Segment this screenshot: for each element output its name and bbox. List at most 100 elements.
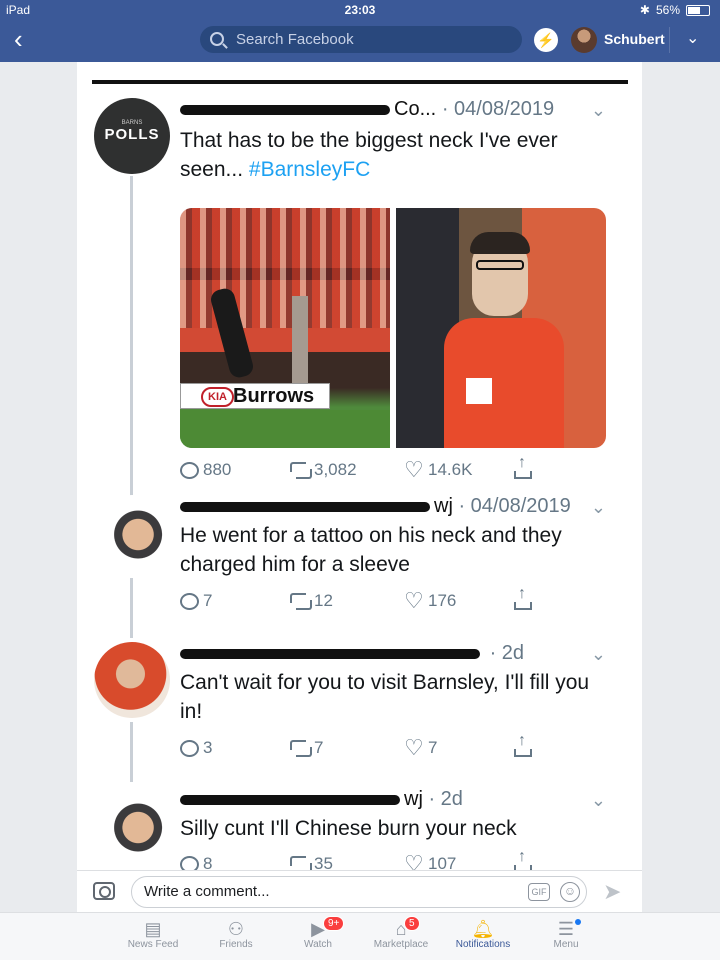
profile-name[interactable]: Schubert: [604, 31, 665, 47]
nav-menu[interactable]: ☰ Menu: [521, 913, 611, 960]
tweet-actions: 8 35 107: [180, 848, 620, 870]
heart-icon: [404, 588, 424, 614]
reply-action[interactable]: 880: [180, 460, 290, 480]
avatar: [94, 642, 170, 718]
reply-action[interactable]: 7: [180, 591, 290, 611]
avatar: [94, 788, 170, 864]
thread-line: [130, 578, 133, 638]
fan-photo[interactable]: [396, 208, 606, 448]
tweet-header: wj · 04/08/2019: [180, 495, 571, 518]
shirt: [444, 318, 564, 448]
nav-news-feed[interactable]: ▤ News Feed: [108, 913, 198, 960]
search-placeholder: Search Facebook: [236, 31, 354, 48]
profile-avatar[interactable]: [571, 27, 597, 53]
like-action[interactable]: 107: [404, 851, 514, 870]
retweet-icon: [290, 855, 312, 870]
like-action[interactable]: 176: [404, 588, 514, 614]
crowd: [180, 208, 390, 328]
nav-marketplace[interactable]: ⌂ 5 Marketplace: [356, 913, 446, 960]
comment-input[interactable]: Write a comment... GIF ☺: [131, 876, 587, 908]
thread-line: [130, 722, 133, 782]
like-count: 7: [428, 738, 438, 757]
chevron-down-icon[interactable]: ⌄: [591, 100, 606, 121]
avatar-label: POLLS: [104, 126, 160, 143]
friends-icon: ⚇: [227, 919, 245, 939]
status-right: ✱ 56%: [640, 3, 710, 17]
tweet-actions: 7 12 176: [180, 585, 620, 614]
chevron-down-icon[interactable]: ⌄: [686, 28, 699, 48]
redaction-scribble: [180, 794, 400, 805]
comment-placeholder: Write a comment...: [144, 883, 270, 900]
share-action[interactable]: [514, 848, 532, 870]
tweet-text: Can't wait for you to visit Barnsley, I'…: [180, 671, 590, 723]
retweet-count: 35: [314, 854, 333, 870]
ad-board: KIA Burrows: [180, 383, 330, 409]
retweet-icon: [290, 461, 312, 479]
like-count: 14.6K: [428, 460, 473, 479]
reply-count: 8: [203, 854, 213, 870]
tweet-author: wj: [404, 788, 423, 810]
ad-board-text: Burrows: [233, 385, 315, 407]
bluetooth-icon: ✱: [639, 3, 650, 17]
marketplace-icon: ⌂: [395, 919, 407, 939]
image-top-border: [92, 80, 628, 84]
chevron-down-icon[interactable]: ⌄: [591, 644, 606, 665]
share-action[interactable]: [514, 732, 532, 758]
retweet-action[interactable]: 12: [290, 591, 404, 611]
reply-icon: [180, 855, 199, 870]
glasses: [476, 260, 524, 270]
tweet-actions: 880 3,082 14.6K: [180, 454, 620, 483]
retweet-action[interactable]: 35: [290, 854, 404, 870]
emoji-icon[interactable]: ☺: [560, 882, 580, 902]
share-action[interactable]: [514, 585, 532, 611]
redaction-scribble: [180, 104, 390, 115]
reply-action[interactable]: 3: [180, 738, 290, 758]
like-count: 107: [428, 854, 457, 870]
shirt-sponsor: [466, 378, 492, 404]
share-icon: [514, 732, 532, 757]
nav-watch[interactable]: ▶ 9+ Watch: [273, 913, 363, 960]
watch-icon: ▶: [311, 919, 325, 939]
like-action[interactable]: 14.6K: [404, 457, 514, 483]
chevron-down-icon[interactable]: ⌄: [591, 790, 606, 811]
chevron-down-icon[interactable]: ⌄: [591, 497, 606, 518]
retweet-icon: [290, 592, 312, 610]
post-screenshot[interactable]: BARNS POLLS Co... · 04/08/2019 ⌄ That ha…: [92, 80, 628, 870]
heart-icon: [404, 851, 424, 870]
nav-notifications[interactable]: 🔔︎ Notifications: [438, 913, 528, 960]
battery-percent: 56%: [655, 3, 680, 17]
messenger-icon[interactable]: ⚡: [534, 28, 558, 52]
reply-action[interactable]: 8: [180, 854, 290, 870]
reply-count: 3: [203, 738, 213, 757]
reply-icon: [180, 592, 199, 610]
comment-bar: Write a comment... GIF ☺ ➤: [77, 870, 642, 912]
reply-count: 880: [203, 460, 232, 479]
stadium-photo[interactable]: KIA Burrows: [180, 208, 390, 448]
nav-friends[interactable]: ⚇ Friends: [191, 913, 281, 960]
search-input[interactable]: Search Facebook: [200, 26, 522, 53]
clock: 23:03: [344, 3, 376, 17]
tweet-actions: 3 7 7: [180, 732, 620, 761]
hashtag-link[interactable]: #BarnsleyFC: [249, 158, 370, 181]
bottom-nav: ▤ News Feed ⚇ Friends ▶ 9+ Watch ⌂ 5 Mar…: [0, 912, 720, 960]
back-button[interactable]: ‹: [14, 26, 23, 52]
retweet-count: 7: [314, 738, 324, 757]
like-count: 176: [428, 591, 457, 610]
avatar: BARNS POLLS: [94, 98, 170, 174]
search-icon: [210, 32, 224, 46]
tweet-photos[interactable]: KIA Burrows: [180, 208, 606, 448]
stairs: [292, 296, 308, 396]
send-icon[interactable]: ➤: [603, 879, 621, 905]
share-action[interactable]: [514, 454, 532, 480]
retweet-count: 12: [314, 591, 333, 610]
gif-button[interactable]: GIF: [528, 883, 550, 901]
like-action[interactable]: 7: [404, 735, 514, 761]
reply-icon: [180, 461, 199, 479]
retweet-action[interactable]: 3,082: [290, 460, 404, 480]
heart-icon: [404, 457, 424, 483]
retweet-action[interactable]: 7: [290, 738, 404, 758]
pitch: [180, 410, 390, 448]
avatar: [94, 495, 170, 571]
reply-count: 7: [203, 591, 213, 610]
camera-icon[interactable]: [93, 882, 115, 900]
